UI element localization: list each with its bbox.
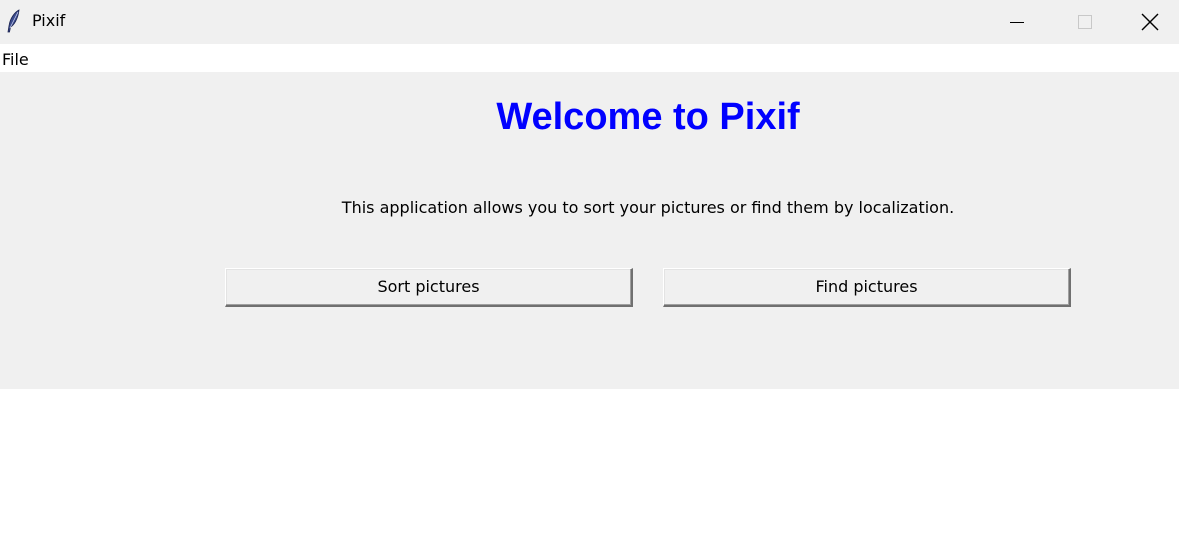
minimize-button[interactable] xyxy=(984,0,1050,44)
window-title: Pixif xyxy=(32,11,66,30)
close-button[interactable] xyxy=(1121,0,1179,44)
maximize-button[interactable] xyxy=(1052,0,1118,44)
description-text: This application allows you to sort your… xyxy=(341,198,955,217)
title-bar[interactable]: Pixif xyxy=(0,0,1179,44)
page-title: Welcome to Pixif xyxy=(496,96,800,138)
feather-icon xyxy=(6,9,22,33)
sort-pictures-button[interactable]: Sort pictures xyxy=(225,268,633,307)
find-pictures-button[interactable]: Find pictures xyxy=(663,268,1071,307)
menu-item-file[interactable]: File xyxy=(2,50,29,70)
menu-bar: File xyxy=(0,44,1179,72)
main-frame: Welcome to Pixif This application allows… xyxy=(0,72,1179,389)
